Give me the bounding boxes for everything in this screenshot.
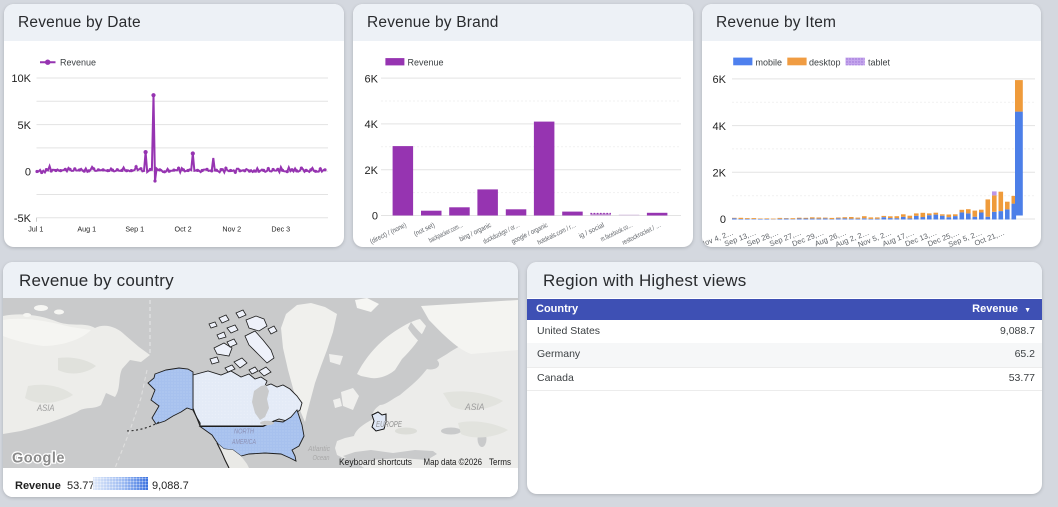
svg-text:0: 0 <box>720 214 726 226</box>
svg-text:Ocean: Ocean <box>313 453 330 462</box>
svg-text:2K: 2K <box>365 165 379 177</box>
svg-text:0: 0 <box>372 211 378 223</box>
svg-text:-5K: -5K <box>14 213 32 225</box>
svg-text:5K: 5K <box>18 120 32 132</box>
svg-text:Terms: Terms <box>489 457 511 468</box>
svg-text:NORTH: NORTH <box>234 427 254 436</box>
svg-text:ASIA: ASIA <box>464 402 484 412</box>
svg-text:Nov 2: Nov 2 <box>222 225 241 234</box>
svg-text:ASIA: ASIA <box>36 403 54 413</box>
svg-text:10K: 10K <box>11 73 31 85</box>
svg-text:4K: 4K <box>365 119 379 131</box>
svg-text:desktop: desktop <box>809 57 841 67</box>
svg-text:EUROPE: EUROPE <box>376 419 402 429</box>
svg-text:0: 0 <box>25 166 31 178</box>
svg-text:Keyboard shortcuts: Keyboard shortcuts <box>339 457 412 468</box>
svg-text:Jul 1: Jul 1 <box>28 225 43 234</box>
svg-text:Oct 2: Oct 2 <box>175 225 192 234</box>
svg-text:6K: 6K <box>713 74 727 86</box>
svg-text:Revenue: Revenue <box>408 57 444 67</box>
svg-text:(direct) / (none): (direct) / (none) <box>369 222 408 246</box>
svg-text:Revenue: Revenue <box>60 57 96 67</box>
svg-text:Map data ©2026: Map data ©2026 <box>424 457 483 468</box>
svg-text:6K: 6K <box>365 73 379 85</box>
svg-text:2K: 2K <box>713 168 727 180</box>
svg-text:Sep 1: Sep 1 <box>125 225 144 234</box>
svg-text:Atlantic: Atlantic <box>307 444 330 453</box>
svg-text:AMERICA: AMERICA <box>231 437 256 446</box>
svg-text:mobile: mobile <box>756 57 783 67</box>
svg-text:Dec 3: Dec 3 <box>271 225 290 234</box>
svg-text:tablet: tablet <box>868 57 891 67</box>
svg-text:Aug 1: Aug 1 <box>77 225 96 234</box>
svg-text:4K: 4K <box>713 121 727 133</box>
svg-text:Google: Google <box>12 451 65 467</box>
